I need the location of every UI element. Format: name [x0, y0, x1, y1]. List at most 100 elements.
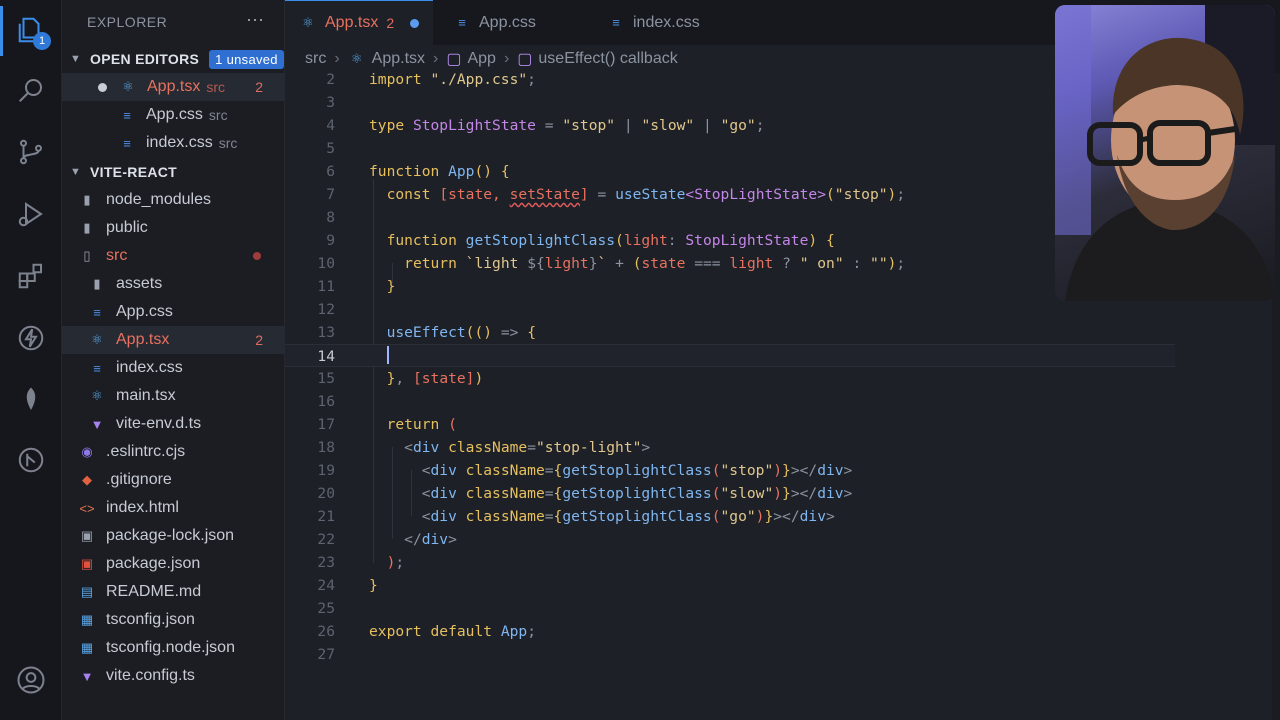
tree-item-tsconfig-node[interactable]: ▦ tsconfig.node.json [62, 634, 285, 662]
tree-item-gitignore[interactable]: ◆ .gitignore [62, 466, 285, 494]
tree-item-public[interactable]: ▮ public [62, 214, 285, 242]
files-icon[interactable]: 1 [13, 12, 51, 50]
modified-dot-icon [253, 252, 261, 260]
tab-app-css[interactable]: ≡ App.css [435, 0, 585, 45]
tree-item-app-tsx[interactable]: ⚛ App.tsx 2 [62, 326, 285, 354]
folder-open-icon: ▯ [83, 248, 91, 263]
search-icon[interactable] [13, 72, 49, 108]
symbol-function-icon: ▢ [517, 51, 533, 68]
tree-item-index-html[interactable]: <> index.html [62, 494, 285, 522]
code-line: 2 import "./App.css"; [326, 71, 536, 88]
code-line: 4 type StopLightState = "stop" | "slow" |… [326, 117, 765, 134]
code-line: 26 export default App; [317, 623, 536, 640]
tree-item-eslintrc[interactable]: ◉ .eslintrc.cjs [62, 438, 285, 466]
breadcrumb-item[interactable]: src [305, 50, 326, 68]
more-actions-icon[interactable]: ⋯ [246, 10, 264, 31]
tree-item-package-json[interactable]: ▣ package.json [62, 550, 285, 578]
code-line: 9 function getStoplightClass(light: Stop… [326, 232, 835, 249]
code-line: 3 [326, 94, 335, 111]
tree-item-assets[interactable]: ▮ assets [62, 270, 285, 298]
json-config-icon: ▦ [80, 640, 94, 655]
tree-item-package-lock[interactable]: ▣ package-lock.json [62, 522, 285, 550]
source-control-icon[interactable] [13, 134, 49, 170]
tree-item-label: node_modules [106, 191, 211, 208]
project-header[interactable]: ▼ VITE-REACT [62, 158, 285, 186]
open-editor-name: App.tsx [147, 78, 201, 95]
tab-label: App.tsx [325, 14, 379, 31]
folder-icon: ▮ [93, 276, 101, 291]
tree-item-src[interactable]: ▯ src [62, 242, 285, 270]
css-icon: ≡ [123, 135, 131, 151]
open-editor-name: App.css [146, 106, 203, 123]
chevron-down-icon: ▼ [70, 166, 82, 178]
code-line: 15 }, [state]) [317, 370, 484, 387]
problem-count: 2 [255, 332, 263, 348]
code-line: 24} [317, 577, 378, 594]
leaf-icon[interactable] [13, 382, 49, 418]
unsaved-badge: 1 unsaved [209, 49, 284, 69]
git-icon: ◆ [82, 472, 92, 487]
tree-item-label: package.json [106, 555, 201, 572]
code-line: 11 } [317, 278, 396, 295]
react-icon: ⚛ [350, 51, 363, 66]
json-config-icon: ▦ [80, 612, 94, 627]
open-editor-desc: src [208, 107, 228, 123]
tree-item-vite-config[interactable]: ▼ vite.config.ts [62, 662, 285, 690]
open-editor-item[interactable]: ≡ App.css src [62, 101, 285, 129]
react-icon: ⚛ [91, 388, 103, 403]
explorer-sidebar: EXPLORER ⋯ ▼ OPEN EDITORS 1 unsaved ⚛ Ap… [62, 0, 285, 720]
code-line: 25 [317, 600, 335, 617]
run-debug-icon[interactable] [13, 196, 49, 232]
webcam-overlay [1055, 5, 1275, 301]
code-line: 5 [326, 140, 335, 157]
css-icon: ≡ [612, 15, 620, 30]
tree-item-readme[interactable]: ▤ README.md [62, 578, 285, 606]
tab-app-tsx[interactable]: ⚛ App.tsx 2 [285, 0, 433, 45]
code-line: 19 <div className={getStoplightClass("st… [317, 462, 853, 479]
breadcrumb-item[interactable]: App [467, 50, 495, 68]
tree-item-index-css[interactable]: ≡ index.css [62, 354, 285, 382]
eslint-icon: ◉ [81, 444, 93, 459]
folder-icon: ▮ [83, 220, 91, 235]
open-editor-desc: src [218, 135, 238, 151]
text-cursor [386, 346, 389, 364]
tree-item-label: main.tsx [116, 387, 176, 404]
breadcrumb-item[interactable]: useEffect() callback [538, 50, 677, 68]
open-editor-item[interactable]: ≡ index.css src [62, 129, 285, 157]
account-icon[interactable] [13, 662, 49, 698]
code-line: 7 const [state, setState] = useState<Sto… [326, 186, 906, 203]
open-editor-item[interactable]: ⚛ App.tsx src 2 [62, 73, 285, 101]
tree-item-vite-env[interactable]: ▼ vite-env.d.ts [62, 410, 285, 438]
unsaved-dot-icon[interactable] [410, 18, 420, 28]
chevron-down-icon: ▼ [70, 53, 82, 65]
open-editor-name: index.css [146, 134, 213, 151]
current-code-line: 14 [285, 344, 1175, 367]
extensions-icon[interactable] [13, 258, 49, 294]
code-line: 8 [326, 209, 335, 226]
symbol-function-icon: ▢ [446, 51, 462, 68]
tab-label: App.css [479, 13, 536, 31]
code-line: 18 <div className="stop-light"> [317, 439, 651, 456]
git-graph-icon[interactable] [13, 442, 49, 478]
tree-item-label: README.md [106, 583, 202, 600]
tree-item-node-modules[interactable]: ▮ node_modules [62, 186, 285, 214]
tree-item-main-tsx[interactable]: ⚛ main.tsx [62, 382, 285, 410]
unsaved-dot-icon[interactable] [98, 82, 107, 92]
tree-item-label: public [106, 219, 148, 236]
css-icon: ≡ [93, 304, 101, 320]
tree-item-label: tsconfig.node.json [106, 639, 235, 656]
code-line: 6 function App() { [326, 163, 510, 180]
vite-icon: ▼ [80, 668, 94, 684]
tree-item-label: App.css [116, 303, 173, 320]
markdown-icon: ▤ [80, 584, 94, 599]
code-line: 20 <div className={getStoplightClass("sl… [317, 485, 853, 502]
tab-index-css[interactable]: ≡ index.css [589, 0, 739, 45]
lightning-icon[interactable] [13, 320, 49, 356]
react-icon: ⚛ [302, 15, 314, 30]
open-editors-header[interactable]: ▼ OPEN EDITORS 1 unsaved [62, 45, 285, 73]
breadcrumb-item[interactable]: App.tsx [372, 50, 425, 68]
presenter-figure [1055, 5, 1275, 301]
tree-item-app-css[interactable]: ≡ App.css [62, 298, 285, 326]
tree-item-label: tsconfig.json [106, 611, 195, 628]
tree-item-tsconfig[interactable]: ▦ tsconfig.json [62, 606, 285, 634]
